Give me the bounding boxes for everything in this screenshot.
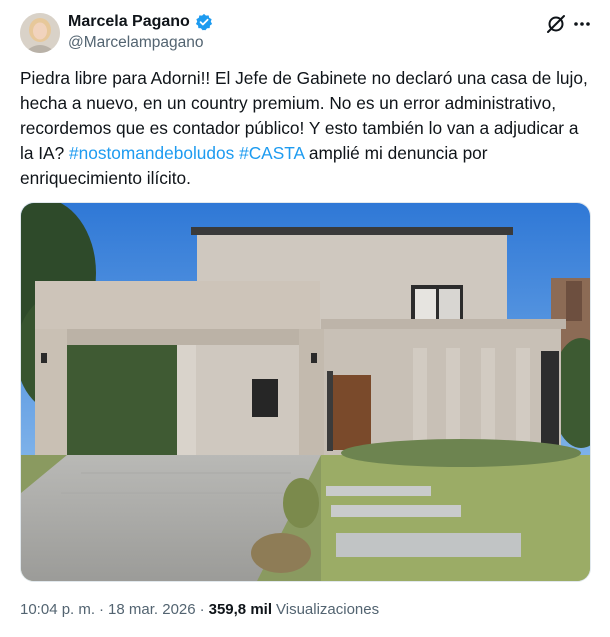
grok-icon[interactable] — [546, 14, 566, 34]
meta-separator: · — [199, 601, 205, 618]
post-text: Piedra libre para Adorni!! El Jefe de Ga… — [20, 66, 595, 191]
post-date[interactable]: 18 mar. 2026 — [108, 601, 196, 618]
hashtag-link[interactable]: #nostomandeboludos — [69, 143, 234, 163]
views-count: 359,8 mil — [208, 601, 272, 618]
verified-badge-icon — [195, 13, 213, 31]
post-meta: 10:04 p. m. · 18 mar. 2026 · 359,8 mil V… — [20, 601, 379, 618]
post-time[interactable]: 10:04 p. m. — [20, 601, 95, 618]
author-handle[interactable]: @Marcelampagano — [68, 34, 204, 52]
more-horizontal-icon[interactable] — [572, 16, 592, 32]
author-name-row: Marcela Pagano — [68, 13, 213, 31]
hashtag-link[interactable]: #CASTA — [239, 143, 304, 163]
meta-separator: · — [99, 601, 105, 618]
avatar[interactable] — [20, 13, 60, 53]
tweet-card: Marcela Pagano @Marcelampagano Piedra li… — [0, 0, 610, 637]
views-label: Visualizaciones — [276, 601, 380, 618]
author-display-name[interactable]: Marcela Pagano — [68, 13, 190, 31]
house-photo — [21, 203, 590, 581]
post-image[interactable] — [20, 202, 591, 582]
